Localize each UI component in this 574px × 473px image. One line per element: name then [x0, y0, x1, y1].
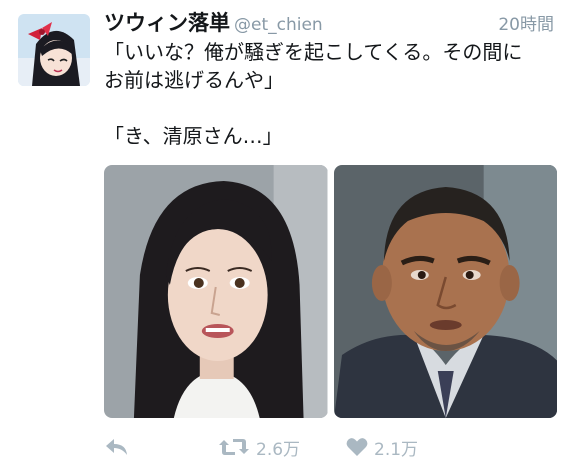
- woman-portrait-image: [104, 165, 328, 418]
- avatar[interactable]: [18, 14, 90, 86]
- tweet-text: 「いいな？俺が騒ぎを起こしてくる。その間に お前は逃げるんや」 「き、清原さん……: [104, 38, 562, 150]
- like-button[interactable]: 2.1万: [346, 432, 418, 462]
- like-count: 2.1万: [374, 439, 419, 460]
- photo-woman[interactable]: [104, 165, 328, 418]
- display-name[interactable]: ツウィン落単: [104, 8, 230, 38]
- reply-button[interactable]: [104, 432, 130, 462]
- retweet-button[interactable]: 2.6万: [218, 432, 300, 462]
- timestamp[interactable]: 20時間: [498, 10, 554, 40]
- man-portrait-image: [333, 165, 557, 418]
- heart-icon: [346, 437, 368, 457]
- tweet: ツウィン落単 @et_chien 20時間 「いいな？俺が騒ぎを起こしてくる。そ…: [0, 0, 574, 473]
- tweet-line-gap: [104, 94, 562, 122]
- reply-icon: [104, 436, 130, 458]
- tweet-line: 「いいな？俺が騒ぎを起こしてくる。その間に: [104, 40, 523, 64]
- user-handle[interactable]: @et_chien: [234, 10, 323, 40]
- avatar-image: [18, 14, 90, 86]
- retweet-count: 2.6万: [256, 439, 301, 460]
- photo-grid: [104, 165, 557, 418]
- tweet-line: お前は逃げるんや」: [104, 68, 284, 92]
- tweet-line: 「き、清原さん…」: [104, 124, 283, 148]
- photo-man[interactable]: [333, 165, 557, 418]
- tweet-header: ツウィン落単 @et_chien 20時間: [104, 8, 554, 38]
- retweet-icon: [218, 436, 250, 458]
- tweet-actions: 2.6万 2.1万: [104, 432, 524, 462]
